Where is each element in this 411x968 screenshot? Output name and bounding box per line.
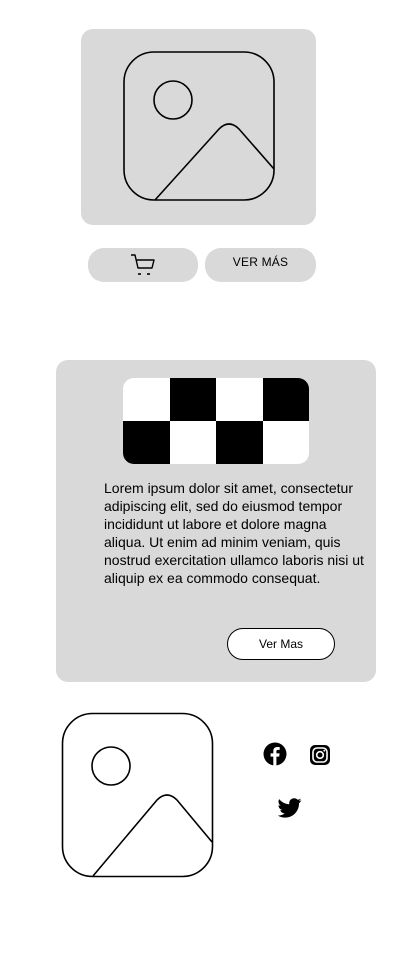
ver-mas-outline-label: Ver Mas (258, 637, 303, 651)
twitter-icon[interactable] (278, 798, 302, 818)
checkerboard-image (123, 378, 309, 464)
image-placeholder-icon (123, 51, 275, 201)
info-card-text: Lorem ipsum dolor sit amet, consectetur … (104, 480, 364, 586)
instagram-icon[interactable] (310, 745, 330, 765)
shopping-cart-icon (131, 254, 155, 275)
add-to-cart-button[interactable] (88, 248, 198, 282)
image-placeholder-icon (61, 712, 214, 878)
ver-mas-button[interactable]: VER MÁS (205, 248, 316, 282)
info-card: Lorem ipsum dolor sit amet, consectetur … (56, 360, 376, 682)
product-image-card (81, 29, 316, 225)
facebook-icon[interactable] (263, 742, 287, 766)
footer-image (61, 712, 215, 885)
ver-mas-label: VER MÁS (232, 255, 289, 269)
ver-mas-outline-button[interactable]: Ver Mas (227, 628, 335, 660)
